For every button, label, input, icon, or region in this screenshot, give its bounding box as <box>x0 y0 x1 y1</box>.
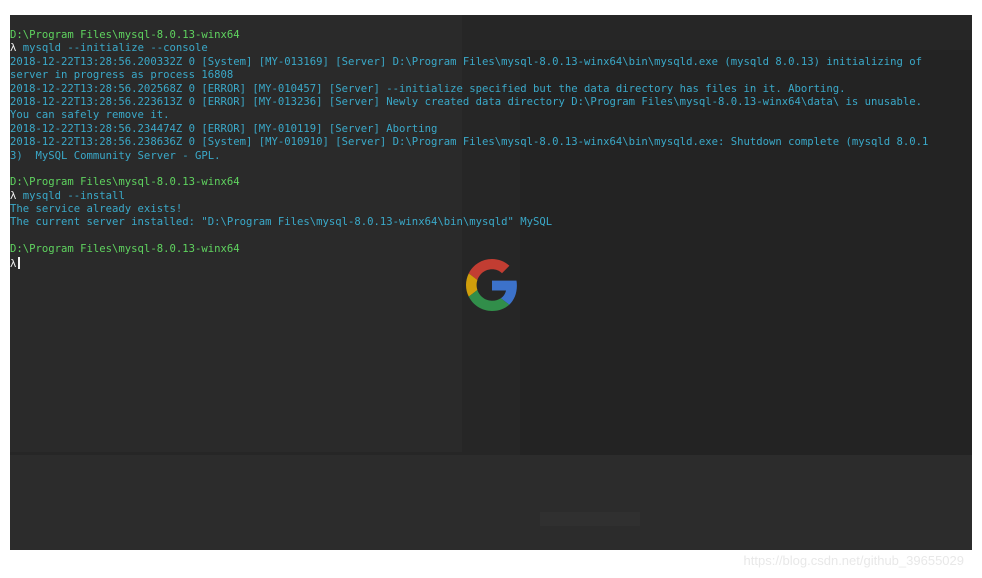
terminal-output-line: 2018-12-22T13:28:56.223613Z 0 [ERROR] [M… <box>10 96 972 109</box>
current-directory-text: D:\Program Files\mysql-8.0.13-winx64 <box>10 243 240 256</box>
current-directory-text: D:\Program Files\mysql-8.0.13-winx64 <box>10 176 240 189</box>
terminal-window[interactable]: D:\Program Files\mysql-8.0.13-winx64 λ my… <box>10 15 972 550</box>
terminal-path-line: D:\Program Files\mysql-8.0.13-winx64 <box>10 243 972 256</box>
terminal-output-line: 2018-12-22T13:28:56.238636Z 0 [System] [… <box>10 136 972 149</box>
background-window-bottom <box>10 455 972 550</box>
terminal-output-line: You can safely remove it. <box>10 109 972 122</box>
terminal-command-line: λ mysqld --install <box>10 190 972 203</box>
output-text: The service already exists! <box>10 203 183 216</box>
text-cursor[interactable] <box>18 256 21 269</box>
current-directory-text: D:\Program Files\mysql-8.0.13-winx64 <box>10 29 240 41</box>
command-text: mysqld --initialize --console <box>16 42 208 55</box>
command-text: mysqld --install <box>16 189 125 202</box>
terminal-output-line: 2018-12-22T13:28:56.200332Z 0 [System] [… <box>10 56 972 69</box>
output-text: You can safely remove it. <box>10 109 170 122</box>
terminal-output: D:\Program Files\mysql-8.0.13-winx64 λ my… <box>10 29 972 270</box>
terminal-output-line: 2018-12-22T13:28:56.202568Z 0 [ERROR] [M… <box>10 83 972 96</box>
screenshot-page: D:\Program Files\mysql-8.0.13-winx64 λ my… <box>0 0 982 578</box>
terminal-output-line: 2018-12-22T13:28:56.234474Z 0 [ERROR] [M… <box>10 123 972 136</box>
terminal-output-line: server in progress as process 16808 <box>10 69 972 82</box>
output-text: 2018-12-22T13:28:56.234474Z 0 [ERROR] [M… <box>10 122 438 135</box>
terminal-command-line: λ mysqld --initialize --console <box>10 42 972 55</box>
terminal-path-line: D:\Program Files\mysql-8.0.13-winx64 <box>10 176 972 189</box>
background-taskbar-item <box>540 512 640 526</box>
terminal-output-line: The current server installed: "D:\Progra… <box>10 216 972 229</box>
output-text: The current server installed: "D:\Progra… <box>10 216 553 229</box>
output-text: 2018-12-22T13:28:56.223613Z 0 [ERROR] [M… <box>10 95 923 108</box>
terminal-path-line: D:\Program Files\mysql-8.0.13-winx64 <box>10 29 972 42</box>
csdn-watermark-url: https://blog.csdn.net/github_39655029 <box>743 553 964 568</box>
output-text: 3) MySQL Community Server - GPL. <box>10 149 221 162</box>
output-text: 2018-12-22T13:28:56.238636Z 0 [System] [… <box>10 136 929 149</box>
terminal-output-line: 3) MySQL Community Server - GPL. <box>10 150 972 163</box>
output-text: server in progress as process 16808 <box>10 69 234 82</box>
terminal-output-line: The service already exists! <box>10 203 972 216</box>
google-g-icon <box>466 259 517 311</box>
output-text: 2018-12-22T13:28:56.202568Z 0 [ERROR] [M… <box>10 82 846 95</box>
output-text: 2018-12-22T13:28:56.200332Z 0 [System] [… <box>10 55 923 68</box>
lambda-prompt-icon: λ <box>10 257 17 270</box>
